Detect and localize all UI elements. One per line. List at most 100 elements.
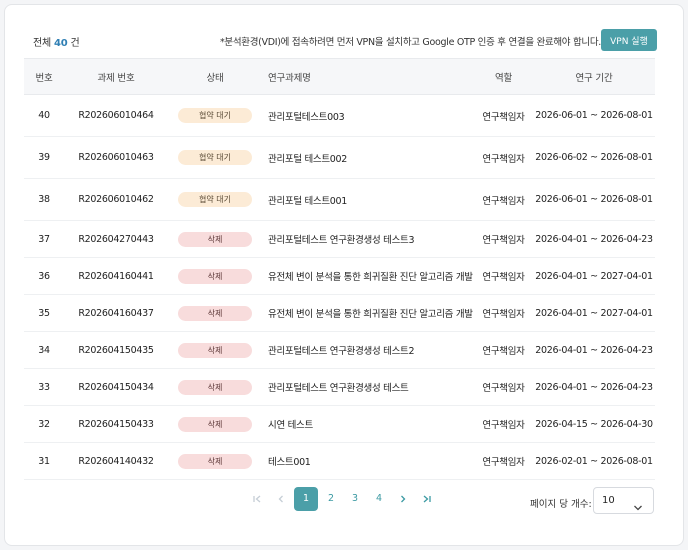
row-number: 33	[24, 368, 64, 406]
column-header-project-no: 과제 번호	[64, 58, 168, 95]
project-name: 관리포털테스트 연구환경생성 테스트2	[262, 331, 474, 369]
research-period: 2026-06-01 ~ 2026-08-01	[533, 94, 655, 137]
status-cell: 협약 대기	[168, 178, 262, 221]
column-header-status: 상태	[168, 58, 262, 95]
status-badge: 삭제	[178, 453, 252, 469]
row-number: 40	[24, 94, 64, 137]
status-cell: 삭제	[168, 368, 262, 406]
per-page-label: 페이지 당 개수:	[530, 499, 592, 510]
first-page-icon[interactable]	[246, 487, 268, 511]
project-name: 관리포털테스트 연구환경생성 테스트	[262, 368, 474, 406]
status-cell: 삭제	[168, 405, 262, 443]
project-number: R202606010464	[64, 94, 168, 137]
project-name: 관리포털 테스트001	[262, 178, 474, 221]
project-name: 관리포털 테스트002	[262, 136, 474, 179]
status-badge: 삭제	[178, 268, 252, 284]
total-count-value: 40	[54, 38, 68, 49]
research-period: 2026-04-15 ~ 2026-04-30	[533, 405, 655, 443]
status-badge: 삭제	[178, 231, 252, 247]
page-button-1[interactable]: 1	[294, 487, 318, 511]
row-number: 36	[24, 257, 64, 295]
page-button-3[interactable]: 3	[344, 487, 366, 511]
project-number: R202604140432	[64, 442, 168, 480]
table-row[interactable]: 34 R202604150435 삭제 관리포털테스트 연구환경생성 테스트2 연구책임…	[24, 331, 655, 369]
project-number: R202604160437	[64, 294, 168, 332]
role: 연구책임자	[474, 442, 533, 480]
project-name: 테스트001	[262, 442, 474, 480]
page-button-2[interactable]: 2	[320, 487, 342, 511]
table-row[interactable]: 39 R202606010463 협약 대기 관리포털 테스트002 연구책임자 2026…	[24, 136, 655, 179]
row-number: 35	[24, 294, 64, 332]
status-cell: 삭제	[168, 257, 262, 295]
project-number: R202604270443	[64, 220, 168, 258]
status-badge: 삭제	[178, 342, 252, 358]
row-number: 38	[24, 178, 64, 221]
project-name: 관리포털테스트 연구환경생성 테스트3	[262, 220, 474, 258]
research-period: 2026-04-01 ~ 2026-04-23	[533, 331, 655, 369]
row-number: 34	[24, 331, 64, 369]
row-number: 37	[24, 220, 64, 258]
research-period: 2026-06-01 ~ 2026-08-01	[533, 178, 655, 221]
column-header-period: 연구 기간	[533, 58, 655, 95]
role: 연구책임자	[474, 294, 533, 332]
status-cell: 협약 대기	[168, 94, 262, 137]
research-period: 2026-04-01 ~ 2027-04-01	[533, 257, 655, 295]
status-cell: 협약 대기	[168, 136, 262, 179]
status-badge: 삭제	[178, 379, 252, 395]
project-number: R202606010462	[64, 178, 168, 221]
project-name: 관리포털테스트003	[262, 94, 474, 137]
project-name: 시연 테스트	[262, 405, 474, 443]
role: 연구책임자	[474, 368, 533, 406]
column-header-project-name: 연구과제명	[262, 58, 474, 95]
status-badge: 협약 대기	[178, 108, 252, 123]
status-cell: 삭제	[168, 442, 262, 480]
last-page-icon[interactable]	[416, 487, 438, 511]
table-row[interactable]: 36 R202604160441 삭제 유전체 변이 분석을 통한 희귀질환 진단 알…	[24, 257, 655, 295]
project-number: R202604150434	[64, 368, 168, 406]
project-table: 번호 과제 번호 상태 연구과제명 역할 연구 기간 40 R2026060104…	[24, 58, 655, 480]
page-button-4[interactable]: 4	[368, 487, 390, 511]
project-number: R202606010463	[64, 136, 168, 179]
total-count: 전체 40 건	[33, 34, 80, 49]
vpn-notice: *분석환경(VDI)에 접속하려면 먼저 VPN을 설치하고 Google OT…	[219, 37, 601, 48]
next-page-icon[interactable]	[392, 487, 414, 511]
role: 연구책임자	[474, 405, 533, 443]
project-number: R202604150433	[64, 405, 168, 443]
chevron-down-icon	[633, 497, 643, 516]
research-period: 2026-02-01 ~ 2026-08-01	[533, 442, 655, 480]
status-badge: 협약 대기	[178, 192, 252, 207]
status-cell: 삭제	[168, 220, 262, 258]
role: 연구책임자	[474, 257, 533, 295]
role: 연구책임자	[474, 331, 533, 369]
table-row[interactable]: 31 R202604140432 삭제 테스트001 연구책임자 2026-02-01 ~…	[24, 442, 655, 480]
project-number: R202604160441	[64, 257, 168, 295]
role: 연구책임자	[474, 136, 533, 179]
row-number: 32	[24, 405, 64, 443]
total-suffix: 건	[70, 38, 80, 49]
status-badge: 협약 대기	[178, 150, 252, 165]
project-number: R202604150435	[64, 331, 168, 369]
per-page-select[interactable]: 10	[593, 487, 654, 514]
table-header-row: 번호 과제 번호 상태 연구과제명 역할 연구 기간	[24, 58, 655, 95]
total-prefix: 전체	[33, 38, 51, 49]
role: 연구책임자	[474, 220, 533, 258]
status-badge: 삭제	[178, 416, 252, 432]
table-row[interactable]: 40 R202606010464 협약 대기 관리포털테스트003 연구책임자 2026-…	[24, 94, 655, 137]
status-cell: 삭제	[168, 294, 262, 332]
list-toolbar: 전체 40 건 *분석환경(VDI)에 접속하려면 먼저 VPN을 설치하고 Goo…	[5, 29, 683, 53]
table-row[interactable]: 38 R202606010462 협약 대기 관리포털 테스트001 연구책임자 2026…	[24, 178, 655, 221]
prev-page-icon[interactable]	[270, 487, 292, 511]
research-period: 2026-04-01 ~ 2026-04-23	[533, 220, 655, 258]
role: 연구책임자	[474, 94, 533, 137]
vpn-launch-button[interactable]: VPN 실행	[601, 29, 657, 51]
column-header-role: 역할	[474, 58, 533, 95]
table-row[interactable]: 35 R202604160437 삭제 유전체 변이 분석을 통한 희귀질환 진단 알…	[24, 294, 655, 332]
status-badge: 삭제	[178, 305, 252, 321]
project-name: 유전체 변이 분석을 통한 희귀질환 진단 알고리즘 개발	[262, 294, 474, 332]
table-row[interactable]: 32 R202604150433 삭제 시연 테스트 연구책임자 2026-04-15 ~…	[24, 405, 655, 443]
column-header-no: 번호	[24, 58, 64, 95]
row-number: 39	[24, 136, 64, 179]
table-row[interactable]: 37 R202604270443 삭제 관리포털테스트 연구환경생성 테스트3 연구책임…	[24, 220, 655, 258]
research-period: 2026-06-02 ~ 2026-08-01	[533, 136, 655, 179]
table-row[interactable]: 33 R202604150434 삭제 관리포털테스트 연구환경생성 테스트 연구책임자…	[24, 368, 655, 406]
